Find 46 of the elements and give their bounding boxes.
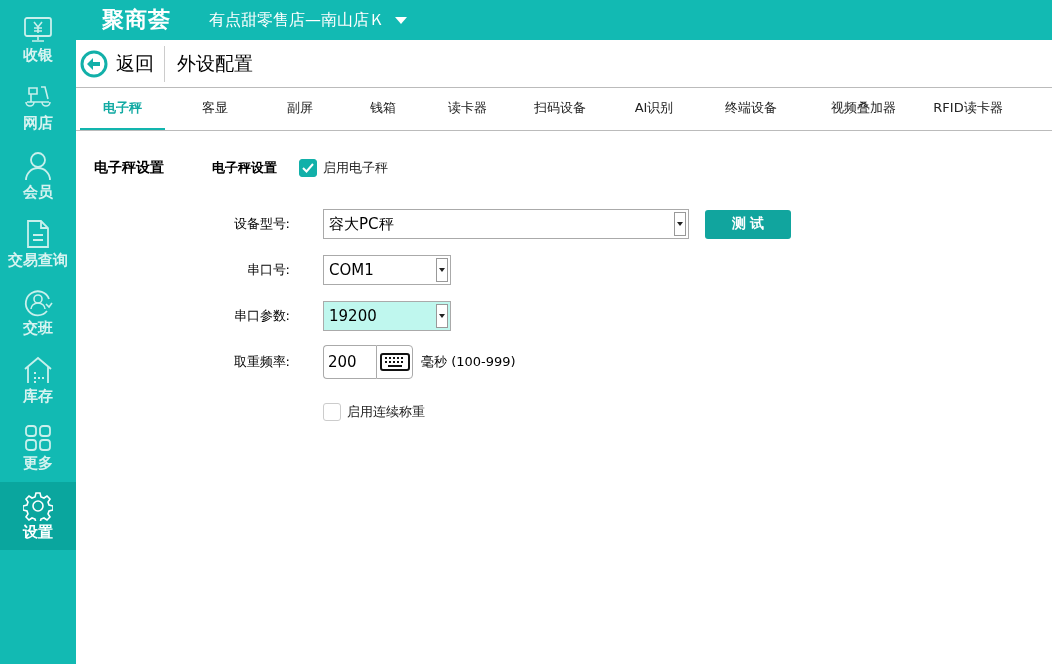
field-label: 串口号:	[245, 261, 290, 279]
warehouse-icon	[23, 354, 53, 385]
sidebar-label: 网店	[23, 113, 53, 133]
keyboard-button[interactable]	[376, 345, 413, 379]
unit-text: 毫秒 (100-999)	[421, 353, 516, 371]
checkbox[interactable]: 启用连续称重	[323, 403, 425, 421]
field-label: 取重频率:	[232, 353, 290, 371]
tab[interactable]: 扫码设备	[505, 88, 615, 130]
sidebar-label: 交班	[23, 318, 53, 338]
checkmark-icon	[302, 163, 314, 173]
sidebar-label: 收银	[23, 45, 53, 65]
tab[interactable]: 钱箱	[335, 88, 430, 130]
tab[interactable]: 客显	[165, 88, 265, 130]
tab[interactable]: AI识别	[615, 88, 693, 130]
section-title: 电子秤设置	[94, 159, 165, 177]
sidebar-label: 设置	[23, 522, 53, 542]
page-title: 外设配置	[177, 50, 253, 76]
caret-icon	[439, 314, 445, 318]
logo: 聚商荟	[102, 6, 171, 34]
caret-icon	[439, 268, 445, 272]
field-label: 设备型号:	[232, 215, 290, 233]
checkbox[interactable]: 启用电子秤	[299, 159, 388, 177]
caret-icon	[395, 16, 407, 24]
field-label: 串口参数:	[232, 307, 290, 325]
monitor-icon	[23, 15, 53, 44]
caret-icon	[677, 222, 683, 226]
section-subtitle: 电子秤设置	[212, 159, 277, 177]
tab[interactable]: 终端设备	[693, 88, 808, 130]
back-button[interactable]: 返回	[80, 45, 165, 82]
tab[interactable]: 视频叠加器	[808, 88, 918, 130]
sidebar-label: 库存	[23, 386, 53, 406]
grid-icon	[24, 423, 52, 452]
sidebar-label: 更多	[23, 453, 53, 473]
person-icon	[23, 150, 53, 181]
settings-icon	[23, 490, 53, 521]
tab[interactable]: 副屏	[265, 88, 335, 130]
tab[interactable]: RFID读卡器	[918, 88, 1018, 130]
input-field[interactable]: 200	[323, 345, 376, 379]
tab[interactable]: 读卡器	[430, 88, 505, 130]
keyboard-icon	[379, 352, 410, 372]
sidebar-label: 会员	[23, 182, 53, 202]
dropdown[interactable]: COM1	[323, 255, 451, 285]
dropdown[interactable]: 容大PC秤	[323, 209, 689, 239]
document-icon	[25, 218, 51, 249]
sidebar-label: 交易查询	[8, 250, 68, 270]
dropdown[interactable]: 19200	[323, 301, 451, 331]
